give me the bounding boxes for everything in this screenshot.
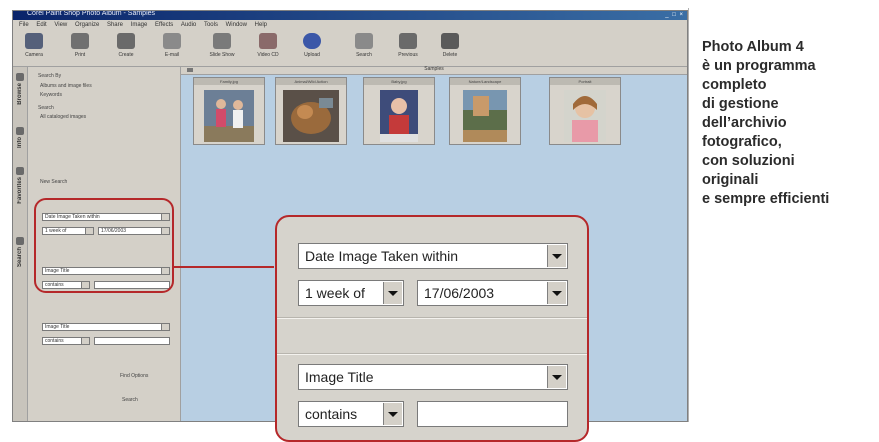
highlight-callout [34, 198, 174, 293]
menu-audio[interactable]: Audio [181, 22, 196, 28]
menu-share[interactable]: Share [107, 22, 123, 28]
thumbnail[interactable]: Nature/Landscape [449, 77, 521, 145]
search-by-label: Search By [38, 73, 62, 79]
menu-image[interactable]: Image [131, 22, 148, 28]
title-bar: Corel Paint Shop Photo Album - Samples _… [13, 11, 687, 20]
checkbox-all-images[interactable]: All cataloged images [40, 114, 86, 120]
thumbnail[interactable]: Baby.jpg [363, 77, 435, 145]
search-tab-icon [16, 237, 24, 245]
camera-icon [25, 33, 43, 49]
callout-connector [174, 266, 274, 268]
email-icon [163, 33, 181, 49]
album-header: Samples [181, 66, 687, 75]
menu-tools[interactable]: Tools [204, 22, 218, 28]
radio-keywords[interactable]: Keywords [40, 92, 62, 98]
range-select[interactable]: 1 week of [298, 280, 404, 306]
date-select[interactable]: 17/06/2003 [417, 280, 568, 306]
thumbnail[interactable]: Portrait [549, 77, 621, 145]
email-button[interactable]: E-mail [155, 33, 189, 58]
menu-help[interactable]: Help [255, 22, 267, 28]
caption-line: è un programma [702, 58, 816, 74]
field-select[interactable]: Date Image Taken within [298, 243, 568, 269]
new-search-link[interactable]: New Search [40, 179, 67, 185]
tab-favorites[interactable]: Favorites [14, 167, 26, 204]
tab-browse[interactable]: Browse [14, 73, 26, 105]
toolbar: Camera Print Create E-mail Slide Show Vi… [13, 30, 687, 67]
menu-effects[interactable]: Effects [155, 22, 173, 28]
menu-window[interactable]: Window [226, 22, 247, 28]
upload-icon [303, 33, 321, 49]
thumbnail-photo [283, 90, 339, 142]
chevron-down-icon[interactable] [547, 366, 566, 388]
menu-view[interactable]: View [54, 22, 67, 28]
browse-icon [16, 73, 24, 81]
menu-bar: File Edit View Organize Share Image Effe… [13, 21, 687, 30]
field-select-2[interactable]: Image Title [298, 364, 568, 390]
thumbnail-photo [463, 90, 507, 142]
chevron-down-icon[interactable] [383, 282, 402, 304]
caption-line: con soluzioni [702, 153, 795, 169]
folder-icon [187, 68, 193, 72]
caption-line: dell’archivio [702, 115, 787, 131]
mini-value-input-3[interactable] [94, 337, 170, 345]
mini-op-select-3[interactable]: contains [42, 337, 90, 345]
info-icon [16, 127, 24, 135]
thumbnail-photo [204, 90, 254, 142]
operator-select[interactable]: contains [298, 401, 404, 427]
tab-info[interactable]: Info [14, 127, 26, 148]
videocd-icon [259, 33, 277, 49]
menu-organize[interactable]: Organize [75, 22, 99, 28]
side-tabs: Browse Info Favorites Search [13, 67, 28, 421]
chevron-down-icon[interactable] [547, 245, 566, 267]
caption-line: e sempre efficienti [702, 191, 830, 207]
chevron-down-icon [81, 338, 89, 344]
videocd-button[interactable]: Video CD [251, 33, 285, 58]
window-controls[interactable]: _ □ × [665, 12, 684, 18]
print-icon [71, 33, 89, 49]
create-icon [117, 33, 135, 49]
divider [277, 353, 587, 355]
menu-edit[interactable]: Edit [36, 22, 46, 28]
slideshow-button[interactable]: Slide Show [205, 33, 239, 58]
search-button[interactable]: Search [347, 33, 381, 58]
thumbnail[interactable]: Animal/Wild Action [275, 77, 347, 145]
thumbnail-photo [380, 90, 418, 142]
window-title: Corel Paint Shop Photo Album - Samples [27, 10, 156, 17]
caption-line: di gestione [702, 96, 779, 112]
thumbnail-photo [564, 90, 606, 142]
caption-line: fotografico, [702, 134, 782, 150]
radio-albums[interactable]: Albums and image files [40, 83, 92, 89]
search-icon [355, 33, 373, 49]
chevron-down-icon [161, 324, 169, 330]
delete-button[interactable]: Delete [433, 33, 467, 58]
upload-button[interactable]: Upload [295, 33, 329, 58]
find-options-button[interactable]: Find Options [120, 373, 148, 379]
thumbnail[interactable]: Family.jpg [193, 77, 265, 145]
favorites-icon [16, 167, 24, 175]
delete-icon [441, 33, 459, 49]
print-button[interactable]: Print [63, 33, 97, 58]
mini-field-select-3[interactable]: Image Title [42, 323, 170, 331]
camera-button[interactable]: Camera [17, 33, 51, 58]
sidebar-search-button[interactable]: Search [122, 397, 138, 403]
chevron-down-icon[interactable] [547, 282, 566, 304]
tab-search[interactable]: Search [14, 237, 26, 267]
create-button[interactable]: Create [109, 33, 143, 58]
zoomed-search-panel: Date Image Taken within 1 week of 17/06/… [275, 215, 589, 442]
previous-button[interactable]: Previous [391, 33, 425, 58]
caption-line: completo [702, 77, 767, 93]
description-caption: Photo Album 4 è un programma completo di… [702, 38, 877, 209]
caption-line: Photo Album 4 [702, 39, 804, 55]
slideshow-icon [213, 33, 231, 49]
chevron-down-icon[interactable] [383, 403, 402, 425]
menu-file[interactable]: File [19, 22, 29, 28]
column-divider [688, 8, 689, 422]
caption-line: originali [702, 172, 759, 188]
search-scope-label: Search [38, 105, 54, 111]
divider [277, 317, 587, 319]
value-input[interactable] [417, 401, 568, 427]
previous-icon [399, 33, 417, 49]
